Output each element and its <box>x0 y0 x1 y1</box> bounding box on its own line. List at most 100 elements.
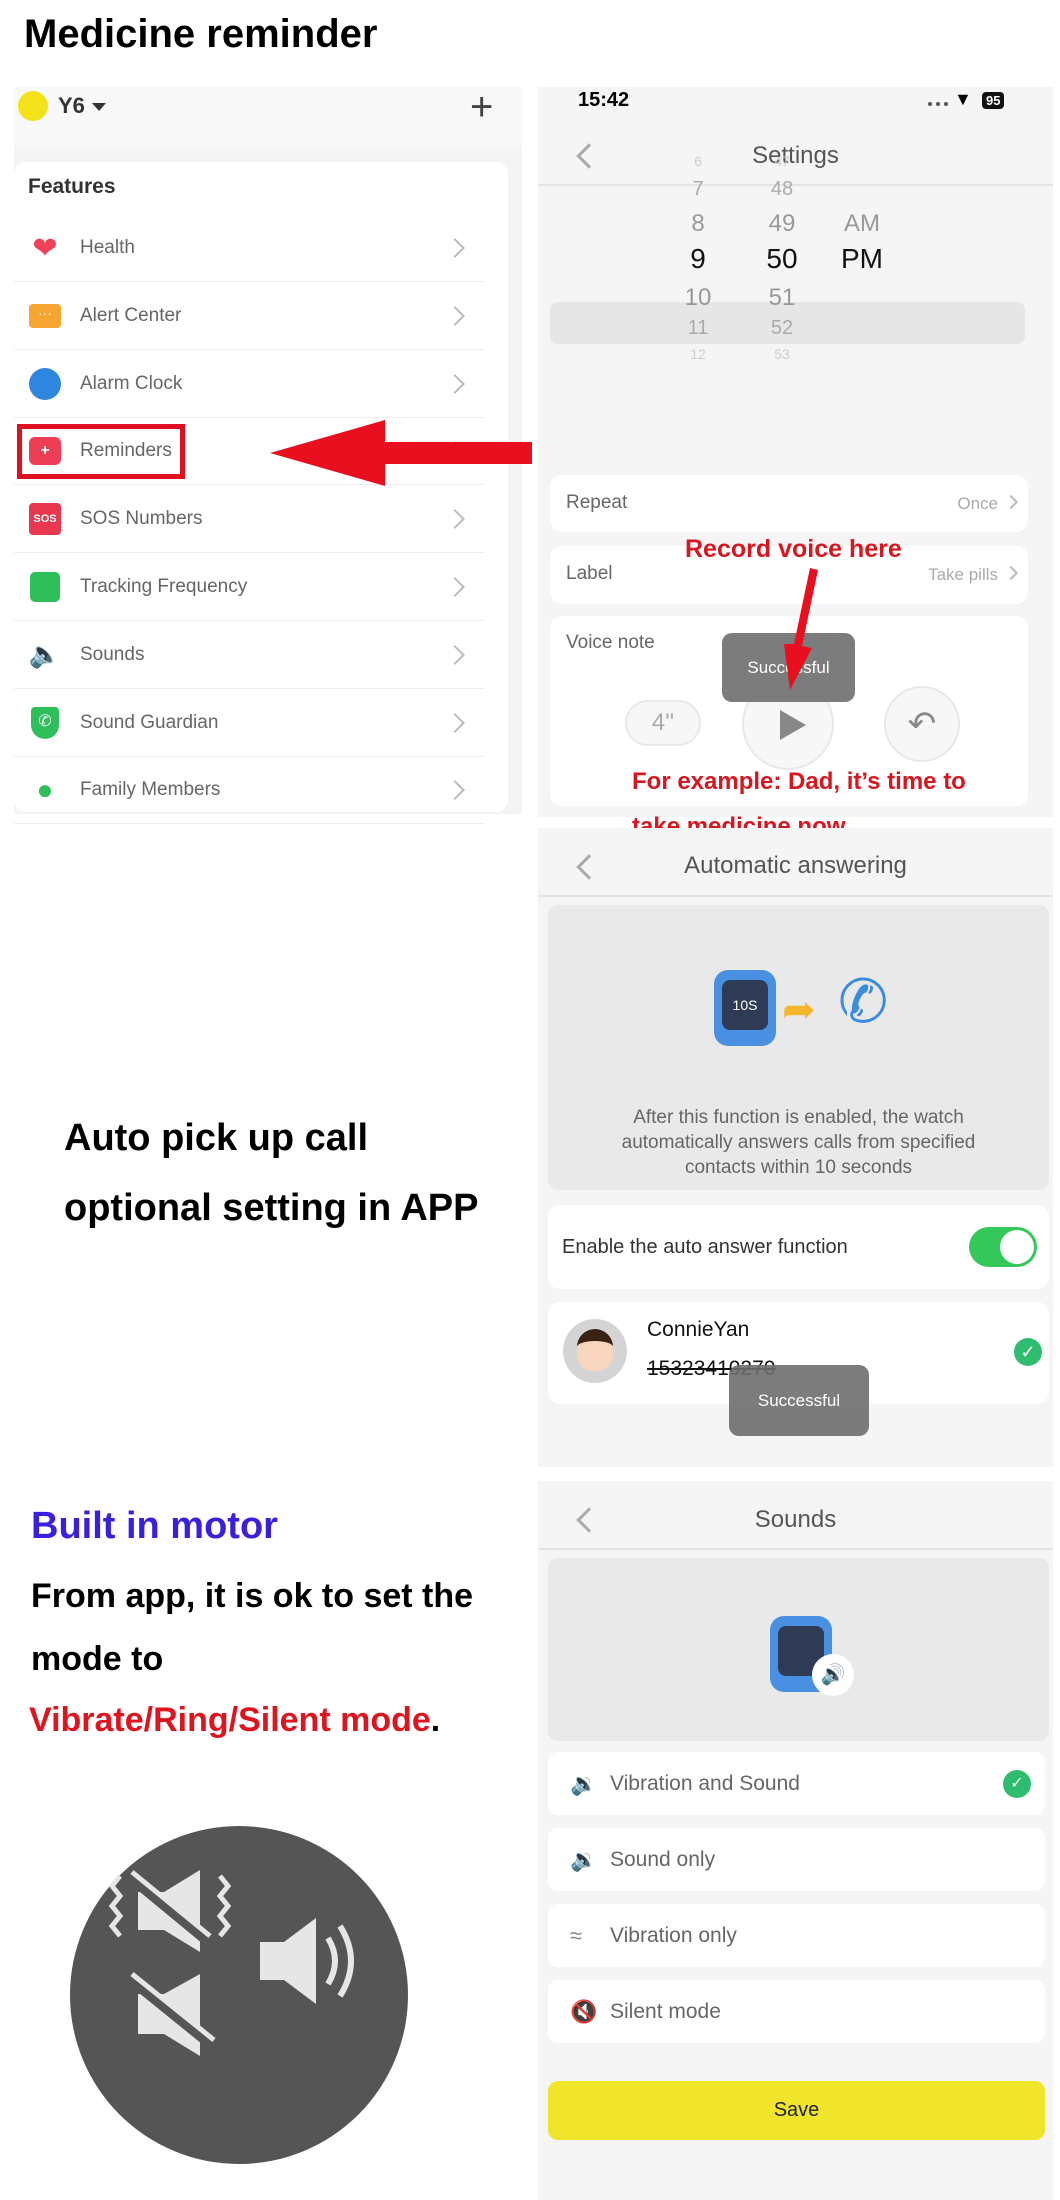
device-name[interactable]: Y6 <box>58 93 85 119</box>
sound-modes-icon <box>70 1826 408 2164</box>
sounds-panel: Sounds 🔊 🔉 Vibration and Sound ✓ 🔉 Sound onl… <box>538 1481 1053 2200</box>
contact-name: ConnieYan <box>647 1318 750 1341</box>
illustration-area: 10S ➦ ✆ After this function is enabled, … <box>548 905 1049 1190</box>
speaker-icon: 🔈 <box>28 639 62 670</box>
auto-answer-toggle[interactable] <box>969 1227 1037 1267</box>
repeat-row[interactable]: Repeat Once <box>550 475 1028 532</box>
success-toast: Successful <box>729 1365 869 1436</box>
picker-hour[interactable]: 7 <box>658 178 738 201</box>
signal-icon <box>928 97 948 106</box>
sound-option[interactable]: ≈ Vibration only <box>548 1904 1045 1967</box>
record-voice-annotation: Record voice here <box>685 535 902 563</box>
sound-mode-icon: ≈ <box>570 1922 583 1948</box>
example-annotation-line1: For example: Dad, it’s time to <box>632 768 966 795</box>
feature-item-sound-guardian[interactable]: ✆ Sound Guardian <box>14 690 484 757</box>
feature-item-health[interactable]: ❤ Health <box>14 215 484 282</box>
feature-item-alarm-clock[interactable]: Alarm Clock <box>14 351 484 418</box>
picker-minute[interactable]: 52 <box>742 317 822 340</box>
auto-answer-panel: Automatic answering 10S ➦ ✆ After this f… <box>538 828 1053 1467</box>
reminders-highlight-box <box>17 424 185 479</box>
status-time: 15:42 <box>578 89 630 111</box>
feature-item-alert-center[interactable]: ··· Alert Center <box>14 283 484 350</box>
feature-item-label: Family Members <box>80 779 221 801</box>
phone-call-icon: ✆ <box>838 968 889 1035</box>
label-value: Take pills <box>928 565 998 584</box>
chevron-right-icon <box>1003 494 1019 510</box>
undo-icon: ↶ <box>907 705 937 743</box>
picker-hour[interactable]: 11 <box>658 317 738 340</box>
picker-minute[interactable]: 53 <box>742 346 822 362</box>
voice-note-label: Voice note <box>566 632 655 653</box>
picker-pm[interactable]: PM <box>822 243 902 275</box>
message-icon: ··· <box>28 299 62 333</box>
undo-button[interactable]: ↶ <box>884 686 960 762</box>
picker-hour[interactable]: 12 <box>658 346 738 362</box>
app-header: Y6 + <box>14 87 522 147</box>
alarm-clock-icon <box>28 367 62 401</box>
red-arrow-down-icon <box>784 568 818 690</box>
picker-hour[interactable]: 10 <box>658 284 738 312</box>
chevron-right-icon <box>445 305 465 326</box>
enable-label: Enable the auto answer function <box>562 1236 848 1258</box>
feature-item-sounds[interactable]: 🔈 Sounds <box>14 622 484 689</box>
section-title: Features <box>28 175 116 198</box>
heart-icon: ❤ <box>32 231 58 265</box>
duration-badge: 4'' <box>625 700 701 746</box>
chevron-right-icon <box>1003 565 1019 581</box>
sound-option[interactable]: 🔉 Vibration and Sound ✓ <box>548 1752 1045 1815</box>
contact-avatar <box>563 1319 627 1383</box>
settings-panel: 15:42 ▼ 95 Settings 6 7 8 9 10 11 12 47 48 49 50 51… <box>538 87 1053 817</box>
sound-option-label: Sound only <box>610 1847 716 1871</box>
family-icon: ● <box>36 774 54 806</box>
page-title: Medicine reminder <box>24 12 378 56</box>
repeat-value: Once <box>957 494 998 513</box>
chevron-right-icon <box>445 780 465 801</box>
feature-item-label: Sounds <box>80 643 145 665</box>
picker-hour[interactable]: 9 <box>658 243 738 275</box>
auto-pickup-line2: optional setting in APP <box>64 1187 479 1229</box>
screen-title: Sounds <box>754 1506 837 1533</box>
feature-item-tracking-frequency[interactable]: Tracking Frequency <box>14 554 484 621</box>
save-button[interactable]: Save <box>548 2081 1045 2140</box>
motor-period: . <box>430 1701 441 1739</box>
chevron-right-icon <box>445 644 465 665</box>
feature-item-label: Sound Guardian <box>80 711 219 733</box>
feature-item-family-members[interactable]: ● Family Members <box>14 757 484 825</box>
description-text: After this function is enabled, the watc… <box>621 1107 976 1178</box>
watch-icon: 10S <box>714 970 776 1046</box>
dropdown-caret-icon[interactable] <box>92 103 106 118</box>
sound-option-label: Vibration and Sound <box>610 1771 800 1795</box>
picker-am[interactable]: AM <box>822 210 902 238</box>
sound-option[interactable]: 🔇 Silent mode <box>548 1980 1045 2043</box>
picker-minute[interactable]: 50 <box>742 243 822 275</box>
red-arrow-left-icon <box>270 420 532 486</box>
battery-icon: 95 <box>982 92 1005 109</box>
feature-item-sos-numbers[interactable]: SOS SOS Numbers <box>14 486 484 554</box>
chevron-right-icon <box>445 712 465 733</box>
shield-phone-icon: ✆ <box>28 706 62 740</box>
speaker-badge-icon: 🔊 <box>812 1654 854 1696</box>
feature-item-label: SOS Numbers <box>80 508 203 530</box>
feature-item-label: Alert Center <box>80 304 182 326</box>
sound-option-label: Silent mode <box>610 1999 721 2023</box>
selected-check-icon[interactable]: ✓ <box>1014 1338 1042 1366</box>
auto-pickup-line1: Auto pick up call <box>64 1117 369 1159</box>
feature-item-label: Alarm Clock <box>80 372 183 394</box>
sound-option-label: Vibration only <box>610 1923 737 1947</box>
picker-hour[interactable]: 8 <box>658 210 738 238</box>
sound-option[interactable]: 🔉 Sound only <box>548 1828 1045 1891</box>
picker-minute[interactable]: 48 <box>742 178 822 201</box>
picker-minute[interactable]: 51 <box>742 284 822 312</box>
motor-heading: Built in motor <box>31 1505 278 1547</box>
repeat-label: Repeat <box>566 492 628 513</box>
picker-minute[interactable]: 49 <box>742 210 822 238</box>
device-avatar[interactable] <box>18 91 48 121</box>
add-icon[interactable]: + <box>470 87 493 130</box>
sound-mode-icon: 🔉 <box>570 1846 598 1872</box>
enable-auto-answer-row: Enable the auto answer function <box>548 1205 1049 1289</box>
picker-hour[interactable]: 6 <box>658 153 738 169</box>
motor-modes-line: Vibrate/Ring/Silent mode. <box>29 1701 440 1740</box>
watch-timer-badge: 10S <box>722 980 768 1030</box>
picker-minute[interactable]: 47 <box>742 153 822 169</box>
arrow-right-icon: ➦ <box>782 988 816 1032</box>
